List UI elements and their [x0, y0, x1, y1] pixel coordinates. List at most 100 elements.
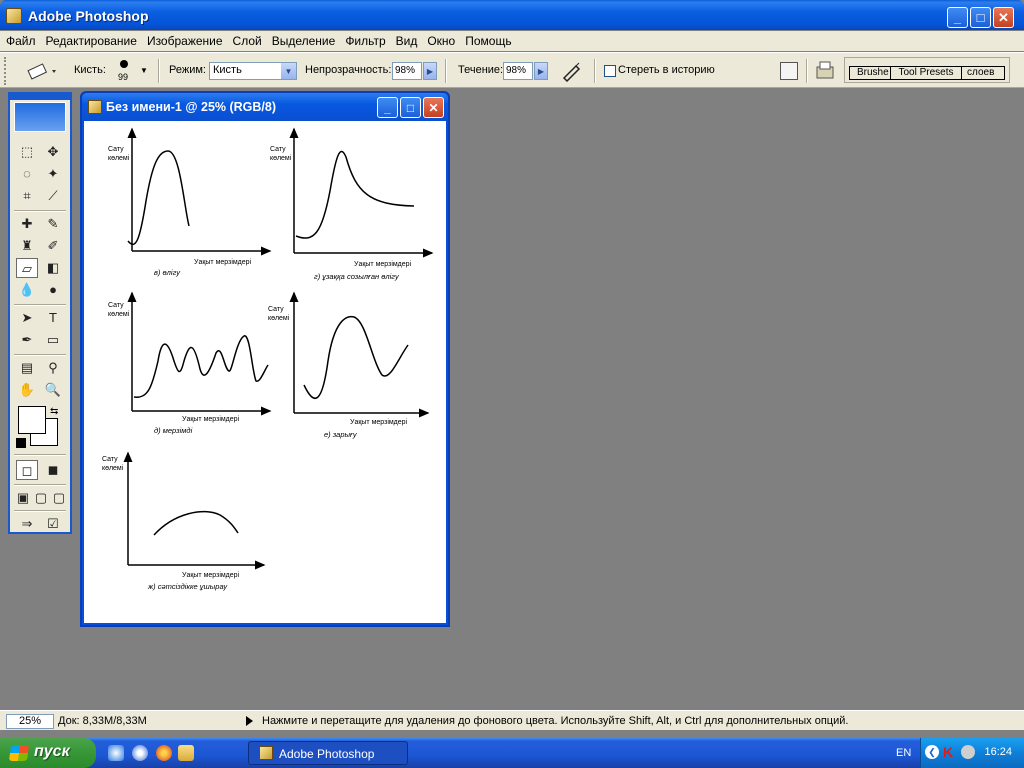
doc-close-button[interactable]: ✕: [423, 97, 444, 118]
history-brush-tool-icon[interactable]: ✐: [42, 236, 64, 256]
magic-wand-tool-icon[interactable]: ✦: [42, 164, 64, 184]
lasso-tool-icon[interactable]: ◌: [16, 164, 38, 184]
tab-tool-presets[interactable]: Tool Presets: [890, 67, 962, 79]
notes-tool-icon[interactable]: ▤: [16, 358, 38, 378]
opacity-input[interactable]: 98%: [392, 62, 422, 80]
flow-input[interactable]: 98%: [503, 62, 533, 80]
pen-tool-icon[interactable]: ✒: [16, 330, 38, 350]
ylabel: көлемі: [268, 314, 290, 322]
flow-slider-arrow-icon[interactable]: ▶: [534, 62, 548, 80]
eyedropper-tool-icon[interactable]: ⚲: [42, 358, 64, 378]
doc-minimize-button[interactable]: _: [377, 97, 398, 118]
mode-value: Кисть: [213, 64, 242, 76]
type-tool-icon[interactable]: T: [42, 308, 64, 328]
palette-tabs: Brushe Tool Presets слоев: [849, 66, 1005, 80]
standard-screen-mode-icon[interactable]: ▣: [14, 488, 32, 508]
brush-dot-icon: [120, 60, 128, 68]
ylabel: Сату: [102, 456, 118, 463]
standard-mode-icon[interactable]: ◻: [16, 460, 38, 480]
graph-stagnation: Сату көлемі Уақыт мерзімдері е) зарығу: [268, 291, 430, 439]
gradient-tool-icon[interactable]: ◧: [42, 258, 64, 278]
airbrush-icon[interactable]: [560, 60, 584, 83]
curve-decline: [127, 150, 190, 246]
dodge-tool-icon[interactable]: ●: [42, 280, 64, 300]
imageready-check-icon[interactable]: ☑: [42, 514, 64, 534]
move-tool-icon[interactable]: ✥: [42, 142, 64, 162]
minimize-button[interactable]: _: [947, 7, 968, 28]
default-colors-icon[interactable]: [16, 438, 26, 448]
close-button[interactable]: ✕: [993, 7, 1014, 28]
xlabel: Уақыт мерзімдері: [354, 260, 412, 268]
menu-image[interactable]: Изображение: [147, 34, 223, 48]
status-menu-arrow-icon[interactable]: [246, 716, 253, 726]
ylabel: көлемі: [108, 310, 130, 318]
graph-caption: ж) сәтсіздікке ұшырау: [147, 582, 228, 591]
marquee-tool-icon[interactable]: ⬚: [16, 142, 38, 162]
brush-tool-icon[interactable]: ✎: [42, 214, 64, 234]
media-player-icon[interactable]: [132, 745, 148, 761]
path-selection-tool-icon[interactable]: ➤: [16, 308, 38, 328]
foreground-color-swatch[interactable]: [18, 406, 46, 434]
rectangle-tool-icon[interactable]: ▭: [42, 330, 64, 350]
eraser-tool-preset-icon[interactable]: [26, 61, 60, 81]
crop-tool-icon[interactable]: ⌗: [16, 186, 38, 206]
menu-layer[interactable]: Слой: [233, 34, 262, 48]
menu-select[interactable]: Выделение: [272, 34, 336, 48]
eraser-tool-icon[interactable]: ▱: [16, 258, 38, 278]
clock[interactable]: 16:24: [984, 746, 1012, 758]
start-button[interactable]: пуск: [0, 738, 96, 768]
brush-picker[interactable]: 99 ▼: [112, 57, 150, 85]
full-screen-mode-icon[interactable]: ▢: [50, 488, 68, 508]
menu-filter[interactable]: Фильтр: [345, 34, 385, 48]
tab-layers[interactable]: слоев: [964, 67, 1004, 79]
system-tray: ❮ K 16:24: [920, 738, 1024, 768]
file-browser-icon[interactable]: [814, 59, 836, 81]
ylabel: Сату: [270, 146, 286, 153]
tray-expand-icon[interactable]: ❮: [925, 745, 939, 759]
taskbar-item-photoshop[interactable]: Adobe Photoshop: [248, 741, 408, 765]
palette-toggle-icon[interactable]: [780, 62, 798, 80]
erase-to-history-label: Стереть в историю: [618, 64, 715, 76]
network-icon[interactable]: [961, 745, 975, 759]
menu-edit[interactable]: Редактирование: [46, 34, 137, 48]
xlabel: Уақыт мерзімдері: [182, 571, 240, 579]
maximize-button[interactable]: □: [970, 7, 991, 28]
menu-window[interactable]: Окно: [427, 34, 455, 48]
firefox-icon[interactable]: [156, 745, 172, 761]
document-title-bar[interactable]: Без имени-1 @ 25% (RGB/8) _ □ ✕: [82, 93, 448, 121]
blur-tool-icon[interactable]: 💧: [16, 280, 38, 300]
taskbar: пуск Adobe Photoshop EN ❮ K 16:24: [0, 738, 1024, 768]
curve-prolonged-decline: [295, 150, 415, 239]
document-size[interactable]: Док: 8,33M/8,33M: [58, 715, 147, 727]
menu-view[interactable]: Вид: [396, 34, 418, 48]
clone-stamp-tool-icon[interactable]: ♜: [16, 236, 38, 256]
palette-well: Brushe Tool Presets слоев: [844, 57, 1010, 83]
erase-to-history-checkbox[interactable]: [604, 65, 616, 77]
menu-file[interactable]: Файл: [6, 34, 36, 48]
healing-brush-tool-icon[interactable]: ✚: [16, 214, 38, 234]
xlabel: Уақыт мерзімдері: [350, 418, 408, 426]
photoshop-app-icon: [259, 746, 273, 760]
internet-explorer-icon[interactable]: [108, 745, 124, 761]
document-canvas[interactable]: Сату көлемі Уақыт мерзімдері в) өлігу Са…: [84, 121, 446, 623]
doc-maximize-button[interactable]: □: [400, 97, 421, 118]
options-bar-grip[interactable]: [4, 57, 8, 85]
hand-tool-icon[interactable]: ✋: [16, 380, 38, 400]
zoom-level-input[interactable]: 25%: [6, 714, 54, 729]
full-screen-menu-mode-icon[interactable]: ▢: [32, 488, 50, 508]
slice-tool-icon[interactable]: ⟋: [42, 186, 64, 206]
show-desktop-icon[interactable]: [178, 745, 194, 761]
language-indicator[interactable]: EN: [896, 747, 911, 759]
zoom-tool-icon[interactable]: 🔍: [42, 380, 64, 400]
quick-mask-mode-icon[interactable]: ◼: [42, 460, 64, 480]
tab-brushes[interactable]: Brushe: [854, 67, 890, 79]
jump-to-imageready-icon[interactable]: ⇒: [16, 514, 38, 534]
mode-select[interactable]: Кисть ▼: [209, 62, 297, 80]
opacity-slider-arrow-icon[interactable]: ▶: [423, 62, 437, 80]
menu-bar: Файл Редактирование Изображение Слой Выд…: [0, 31, 1024, 51]
swap-colors-icon[interactable]: ⇆: [50, 406, 58, 417]
app-title-bar: Adobe Photoshop _ □ ✕: [0, 0, 1024, 30]
menu-help[interactable]: Помощь: [465, 34, 511, 48]
antivirus-icon[interactable]: K: [943, 744, 953, 760]
photoshop-feather-logo[interactable]: [14, 102, 66, 132]
